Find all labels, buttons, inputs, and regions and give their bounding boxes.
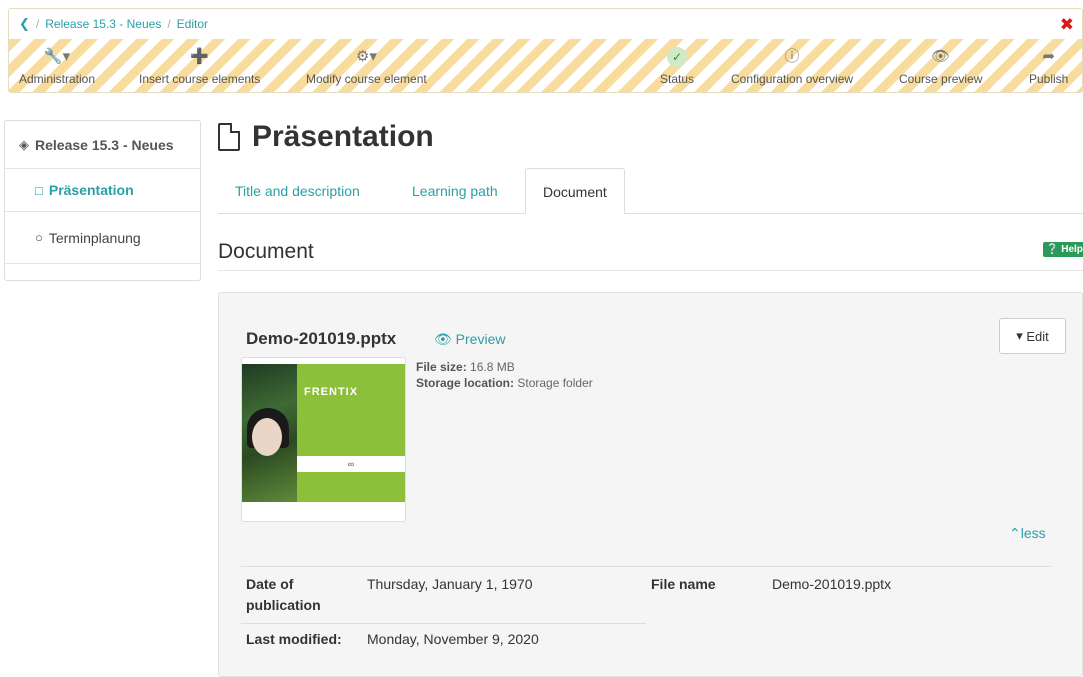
document-panel: Demo-201019.pptx 👁 Preview ▾ Edit FRENTI…	[218, 292, 1083, 677]
document-thumbnail[interactable]: FRENTIX ∞	[241, 357, 406, 522]
caret-down-icon: ▾	[1016, 328, 1023, 343]
sidebar-footer	[5, 264, 200, 280]
administration-label: Administration	[19, 72, 96, 86]
file-meta: File size: 16.8 MB Storage location: Sto…	[416, 359, 593, 391]
breadcrumb: ❮ / Release 15.3 - Neues / Editor	[9, 9, 1082, 39]
breadcrumb-separator: /	[35, 17, 40, 31]
divider	[218, 270, 1083, 271]
publication-date-label: Date of publication	[246, 574, 321, 616]
help-icon: ❔	[1046, 244, 1059, 255]
cube-icon: ◈	[19, 136, 29, 152]
eye-icon: 👁	[931, 48, 951, 65]
thumbnail-band: ∞	[297, 456, 405, 472]
storage-location-label: Storage location:	[416, 376, 515, 390]
modify-label: Modify course element	[306, 72, 427, 86]
publication-label-line1: Date of	[246, 576, 294, 592]
course-editor-toolbar: ❮ / Release 15.3 - Neues / Editor ✖ 🔧▾ A…	[8, 8, 1083, 93]
sidebar-item-label: Terminplanung	[48, 229, 141, 246]
gear-icon: ⚙▾	[355, 48, 377, 65]
edit-dropdown-button[interactable]: ▾ Edit	[999, 318, 1066, 354]
file-icon: □	[35, 182, 43, 198]
configuration-overview-button[interactable]: ⓘ Configuration overview	[731, 47, 853, 86]
help-button[interactable]: ❔ Help	[1043, 242, 1083, 257]
last-modified-label: Last modified:	[246, 631, 342, 647]
breadcrumb-separator: /	[167, 17, 171, 31]
publish-label: Publish	[1029, 72, 1069, 86]
storage-location-value: Storage folder	[517, 376, 593, 390]
eye-icon: 👁	[434, 331, 452, 347]
status-label: Status	[660, 72, 695, 86]
chevron-left-icon[interactable]: ❮	[19, 16, 30, 32]
double-chevron-up-icon: ⌃	[1009, 525, 1021, 541]
thumbnail-face	[252, 418, 282, 456]
preview-link[interactable]: 👁 Preview	[434, 331, 505, 348]
insert-label: Insert course elements	[139, 72, 261, 86]
modify-course-element-button[interactable]: ⚙▾ Modify course element	[306, 47, 427, 86]
sidebar-item-praesentation[interactable]: □ Präsentation	[5, 169, 200, 212]
edit-label: Edit	[1026, 328, 1049, 344]
publication-date-value: Thursday, January 1, 1970	[367, 576, 533, 592]
close-icon[interactable]: ✖	[1060, 16, 1074, 33]
page-title-text: Präsentation	[252, 120, 434, 153]
thumbnail-logo: FRENTIX	[304, 386, 359, 398]
config-label: Configuration overview	[731, 72, 854, 86]
help-label: Help	[1061, 244, 1083, 255]
document-filename: Demo-201019.pptx	[246, 329, 397, 348]
show-less-link[interactable]: ⌃less	[1009, 525, 1046, 542]
insert-course-elements-button[interactable]: ➕ Insert course elements	[139, 47, 260, 86]
tab-learning-path[interactable]: Learning path	[412, 168, 498, 214]
file-size-label: File size:	[416, 360, 467, 374]
section-title: Document	[218, 240, 314, 263]
administration-button[interactable]: 🔧▾ Administration	[19, 47, 95, 86]
show-less-label: less	[1020, 525, 1046, 541]
share-icon: ➦	[1042, 48, 1055, 65]
info-icon: ⓘ	[784, 48, 800, 65]
course-tree: ◈ Release 15.3 - Neues □ Präsentation ○ …	[4, 120, 201, 281]
plus-circle-icon: ➕	[190, 48, 210, 65]
thumbnail-slide-background	[297, 364, 405, 502]
page-title: Präsentation	[218, 120, 434, 154]
circle-icon: ○	[35, 230, 43, 245]
course-preview-button[interactable]: 👁 Course preview	[899, 47, 982, 86]
tab-title-and-description[interactable]: Title and description	[235, 168, 360, 214]
breadcrumb-editor[interactable]: Editor	[177, 17, 208, 31]
divider	[241, 566, 1051, 567]
file-size-value: 16.8 MB	[470, 360, 515, 374]
publish-button[interactable]: ➦ Publish	[1029, 47, 1068, 86]
last-modified-value: Monday, November 9, 2020	[367, 631, 539, 647]
tab-document[interactable]: Document	[525, 168, 625, 214]
course-root[interactable]: ◈ Release 15.3 - Neues	[5, 121, 200, 169]
divider	[241, 623, 646, 624]
file-name-value: Demo-201019.pptx	[772, 576, 892, 592]
tab-bar: Title and description Learning path Docu…	[218, 168, 1083, 214]
check-icon: ✓	[660, 47, 694, 67]
breadcrumb-course[interactable]: Release 15.3 - Neues	[45, 17, 161, 31]
preview-link-label: Preview	[455, 331, 506, 347]
file-icon	[218, 123, 240, 151]
status-button[interactable]: ✓ Status	[660, 47, 694, 86]
sidebar-item-label: Präsentation	[48, 182, 134, 198]
preview-label: Course preview	[899, 72, 983, 86]
sidebar-item-terminplanung[interactable]: ○ Terminplanung	[5, 212, 200, 264]
course-root-label: Release 15.3 - Neues	[35, 136, 174, 153]
file-name-label: File name	[651, 576, 716, 592]
publication-label-line2: publication	[246, 597, 321, 613]
wrench-icon: 🔧▾	[43, 48, 71, 65]
